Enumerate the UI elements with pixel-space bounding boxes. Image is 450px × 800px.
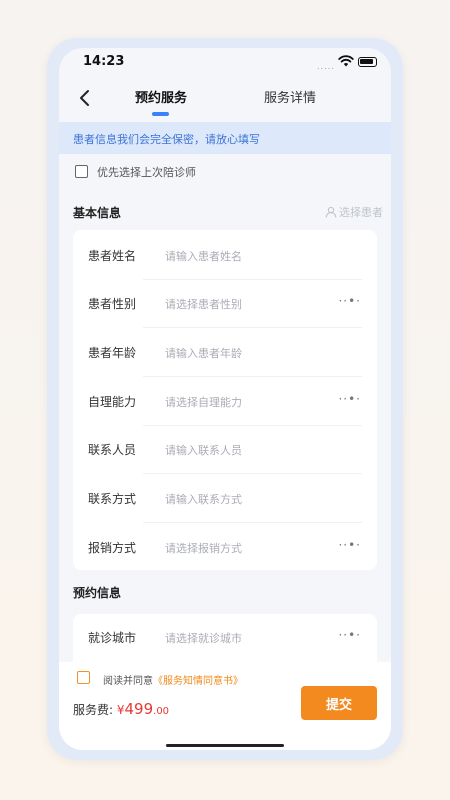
field-label: 患者性别: [88, 297, 137, 311]
row-divider: [143, 473, 362, 474]
contact-person-input[interactable]: 请输入联系人员: [165, 442, 242, 458]
agree-checkbox[interactable]: [77, 671, 90, 684]
field-row-contact-method[interactable]: 联系方式 请输入联系方式: [73, 475, 377, 523]
bottom-action-bar: 阅读并同意《服务知情同意书》 服务费: ¥499.00 提交: [59, 662, 391, 750]
field-row-patient-age[interactable]: 患者年龄 请输入患者年龄: [73, 329, 377, 377]
field-row-visit-city[interactable]: 就诊城市 请选择就诊城市 ··•·: [73, 614, 377, 662]
field-label: 联系人员: [88, 443, 137, 457]
choose-patient-button[interactable]: 选择患者: [325, 204, 383, 220]
field-label: 患者姓名: [88, 249, 137, 263]
field-row-contact-person[interactable]: 联系人员 请输入联系人员: [73, 426, 377, 474]
prefer-last-checkbox[interactable]: [75, 165, 88, 178]
status-time: 14:23: [83, 54, 125, 69]
active-tab-indicator: [152, 112, 169, 116]
agree-text: 阅读并同意《服务知情同意书》: [103, 672, 243, 687]
patient-name-input[interactable]: 请输入患者姓名: [165, 248, 242, 264]
wifi-icon: [338, 55, 354, 67]
battery-icon: [358, 57, 377, 67]
basic-info-card: 患者姓名 请输入患者姓名 患者性别 请选择患者性别 ··•· 患者年龄 请输入患…: [73, 230, 377, 570]
app-screen: 14:23 ..... 预约服务 服务详情 患者信息我们会完全保密，请放心填写 …: [59, 48, 391, 750]
visit-city-select[interactable]: 请选择就诊城市: [165, 630, 242, 646]
tab-service-details[interactable]: 服务详情: [264, 87, 316, 106]
consent-link[interactable]: 《服务知情同意书》: [153, 676, 243, 687]
prefer-last-label: 优先选择上次陪诊师: [97, 166, 196, 179]
signal-dots: .....: [317, 62, 335, 71]
more-options-icon[interactable]: ··•·: [338, 628, 361, 642]
service-fee: 服务费: ¥499.00: [73, 700, 169, 718]
more-options-icon[interactable]: ··•·: [338, 294, 361, 308]
field-label: 联系方式: [88, 492, 137, 506]
currency-symbol: ¥: [116, 703, 125, 717]
row-divider: [143, 376, 362, 377]
row-divider: [143, 522, 362, 523]
home-indicator: [166, 744, 284, 747]
price-decimal: .00: [153, 706, 170, 717]
more-options-icon[interactable]: ··•·: [338, 392, 361, 406]
row-divider: [143, 327, 362, 328]
fee-label: 服务费:: [73, 703, 117, 717]
nav-bar: 预约服务 服务详情: [59, 78, 391, 122]
field-row-patient-name[interactable]: 患者姓名 请输入患者姓名: [73, 232, 377, 280]
tab-book-service[interactable]: 预约服务: [135, 87, 187, 106]
field-row-reimbursement[interactable]: 报销方式 请选择报销方式 ··•·: [73, 524, 377, 572]
field-label: 患者年龄: [88, 346, 137, 360]
privacy-notice-banner: 患者信息我们会完全保密，请放心填写: [59, 122, 391, 154]
back-arrow-icon[interactable]: [73, 86, 97, 110]
patient-gender-select[interactable]: 请选择患者性别: [165, 296, 242, 312]
price-integer: 499: [124, 700, 154, 718]
choose-patient-label: 选择患者: [339, 206, 383, 219]
agree-prefix: 阅读并同意: [103, 676, 153, 687]
status-bar: 14:23 .....: [59, 48, 391, 78]
field-row-patient-gender[interactable]: 患者性别 请选择患者性别 ··•·: [73, 280, 377, 328]
field-row-self-care[interactable]: 自理能力 请选择自理能力 ··•·: [73, 378, 377, 426]
reimbursement-select[interactable]: 请选择报销方式: [165, 540, 242, 556]
field-label: 就诊城市: [88, 631, 137, 645]
field-label: 自理能力: [88, 395, 137, 409]
contact-method-input[interactable]: 请输入联系方式: [165, 491, 242, 507]
user-icon: [325, 206, 337, 218]
privacy-notice-text: 患者信息我们会完全保密，请放心填写: [73, 133, 260, 146]
more-options-icon[interactable]: ··•·: [338, 538, 361, 552]
field-label: 报销方式: [88, 541, 137, 555]
appointment-info-title: 预约信息: [73, 586, 122, 600]
self-care-select[interactable]: 请选择自理能力: [165, 394, 242, 410]
patient-age-input[interactable]: 请输入患者年龄: [165, 345, 242, 361]
submit-button[interactable]: 提交: [301, 686, 377, 720]
basic-info-title: 基本信息: [73, 206, 122, 220]
